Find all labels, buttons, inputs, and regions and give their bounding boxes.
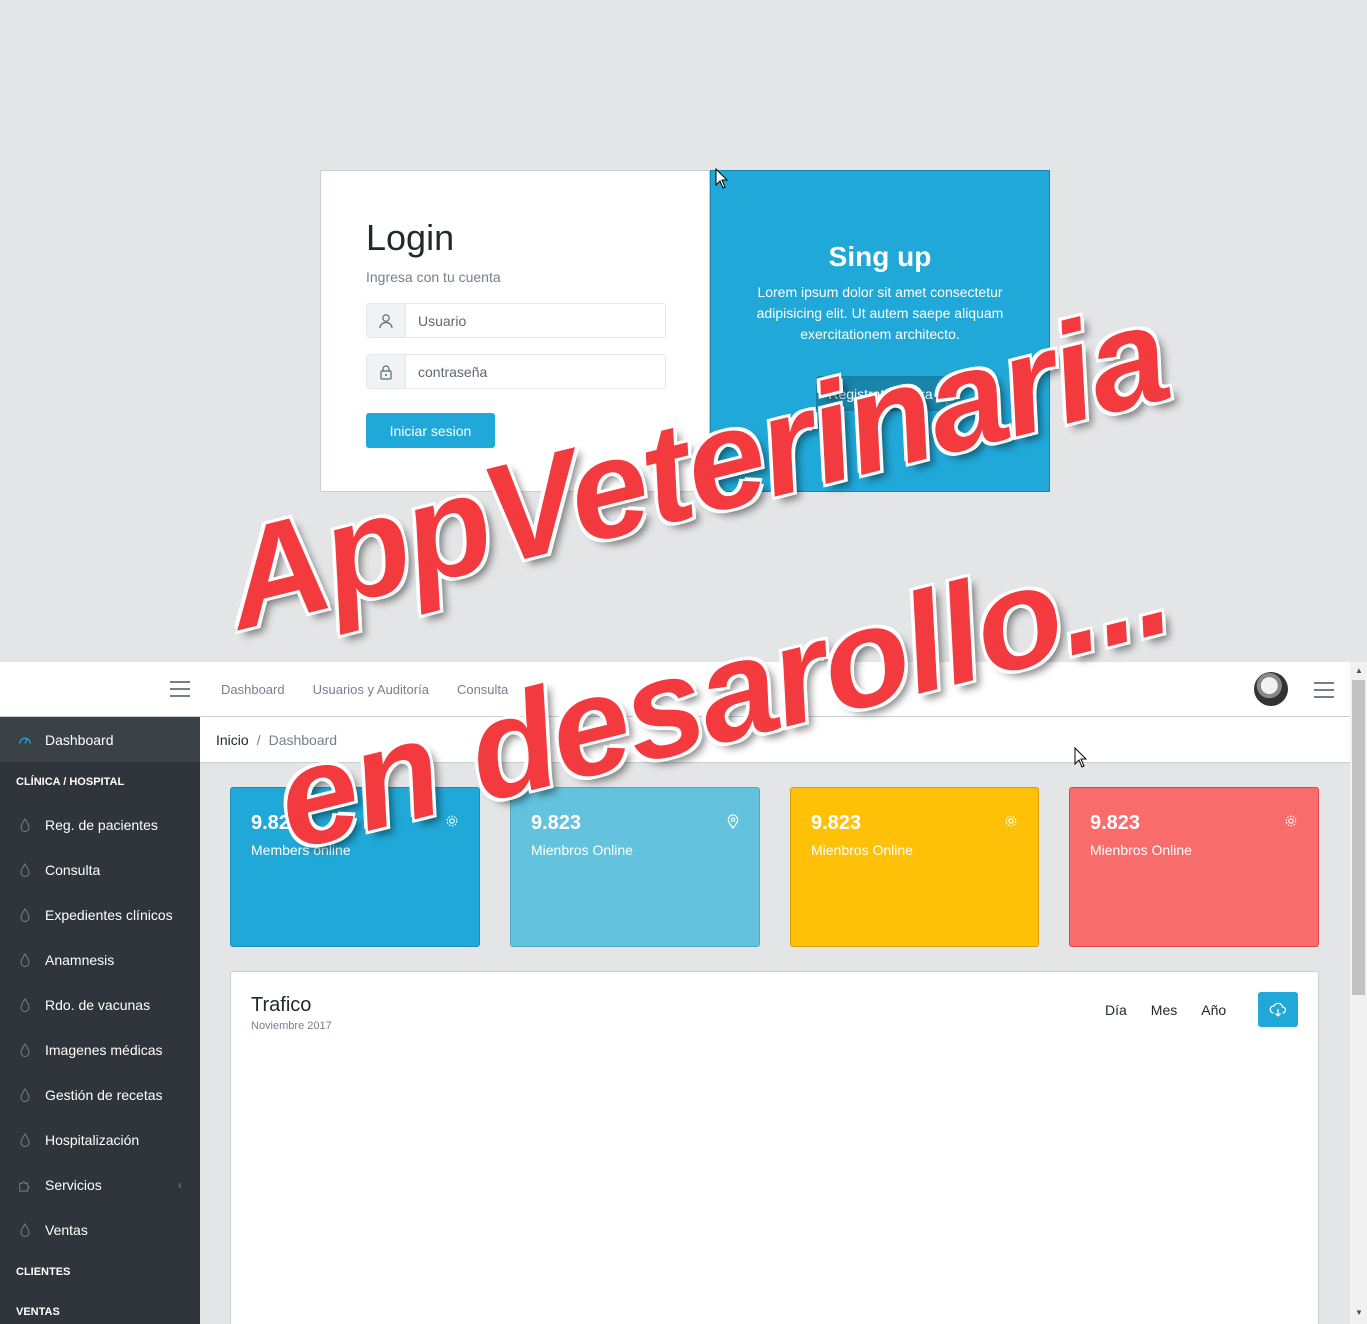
drop-icon <box>17 862 33 878</box>
stat-label: Mienbros Online <box>531 842 633 858</box>
signup-title: Sing up <box>828 241 932 272</box>
sidebar-item-label: Rdo. de vacunas <box>45 996 151 1013</box>
stat-value: 9.823 <box>251 812 302 834</box>
stat-label: Mienbros Online <box>1090 842 1192 858</box>
drop-icon <box>17 907 33 923</box>
sidebar-item-imagenes[interactable]: Imagenes médicas <box>0 1027 200 1072</box>
nav-consulta[interactable]: Consulta <box>457 682 508 697</box>
range-day-button[interactable]: Día <box>1093 1002 1139 1018</box>
drop-icon <box>17 997 33 1013</box>
chevron-left-icon: ‹ <box>178 1177 182 1192</box>
sidebar-item-servicios[interactable]: Servicios ‹ <box>0 1162 200 1207</box>
signup-text: Lorem ipsum dolor sit amet consectetur a… <box>756 284 1004 342</box>
login-button[interactable]: Iniciar sesion <box>366 413 495 448</box>
nav-dashboard[interactable]: Dashboard <box>221 682 285 697</box>
range-button-group: Día Mes Año <box>1093 1002 1238 1018</box>
scroll-down-icon[interactable]: ▼ <box>1355 1308 1363 1317</box>
login-screen: Login Ingresa con tu cuenta Iniciar sesi… <box>0 0 1367 662</box>
sidebar-item-label: Gestión de recetas <box>45 1086 163 1103</box>
stat-value: 9.823 <box>531 812 582 834</box>
stat-card: 9.823 Mienbros Online <box>1069 787 1319 947</box>
location-pin-icon[interactable] <box>727 814 739 834</box>
breadcrumb-item-inicio[interactable]: Inicio <box>216 732 249 748</box>
aside-menu-toggler-icon[interactable] <box>1314 682 1334 698</box>
password-input[interactable] <box>406 355 665 388</box>
stat-card: 9.823 Mienbros Online <box>510 787 760 947</box>
sidebar-item-label: Servicios <box>45 1176 102 1193</box>
puzzle-icon <box>17 1177 33 1193</box>
traffic-title: Trafico <box>251 994 312 1016</box>
drop-icon <box>17 1042 33 1058</box>
sidebar-item-reg-pacientes[interactable]: Reg. de pacientes <box>0 802 200 847</box>
page-scrollbar[interactable]: ▲ ▼ <box>1350 662 1367 1324</box>
scrollbar-thumb[interactable] <box>1352 680 1365 995</box>
sidebar-title-clinica: CLÍNICA / HOSPITAL <box>16 776 125 788</box>
sidebar: Dashboard CLÍNICA / HOSPITAL Reg. de pac… <box>0 717 200 1324</box>
username-input[interactable] <box>406 304 665 337</box>
login-card: Login Ingresa con tu cuenta Iniciar sesi… <box>320 170 710 492</box>
sidebar-item-label: Dashboard <box>45 731 114 748</box>
sidebar-item-hospitalizacion[interactable]: Hospitalización <box>0 1117 200 1162</box>
drop-icon <box>17 952 33 968</box>
sidebar-item-ventas[interactable]: Ventas <box>0 1207 200 1252</box>
password-field-group <box>366 354 666 389</box>
header-nav: Dashboard Usuarios y Auditoría Consulta <box>221 682 508 697</box>
stat-card: 9.823 Members online <box>230 787 480 947</box>
scroll-up-icon[interactable]: ▲ <box>1355 666 1363 675</box>
gear-icon[interactable] <box>1284 814 1298 833</box>
user-avatar[interactable] <box>1254 672 1288 706</box>
traffic-card: Trafico Noviembre 2017 Día Mes Año <box>230 971 1319 1324</box>
sidebar-item-label: Expedientes clínicos <box>45 906 173 923</box>
sidebar-item-label: Reg. de pacientes <box>45 816 158 833</box>
stat-value: 9.823 <box>811 812 862 834</box>
traffic-subtitle: Noviembre 2017 <box>251 1020 332 1032</box>
sidebar-item-consulta[interactable]: Consulta <box>0 847 200 892</box>
cloud-download-icon[interactable] <box>1258 992 1298 1027</box>
stat-label: Members online <box>251 842 351 858</box>
sidebar-item-label: Anamnesis <box>45 951 115 968</box>
stat-label: Mienbros Online <box>811 842 913 858</box>
username-field-group <box>366 303 666 338</box>
gear-icon[interactable] <box>1004 814 1018 833</box>
user-icon <box>367 304 406 337</box>
register-button[interactable]: Registrate Ahora <box>816 376 945 411</box>
lock-icon <box>367 355 406 388</box>
sidebar-title-clientes: CLIENTES <box>16 1266 71 1278</box>
signup-card: Sing up Lorem ipsum dolor sit amet conse… <box>710 170 1050 492</box>
speedometer-icon <box>17 732 33 748</box>
sidebar-item-expedientes[interactable]: Expedientes clínicos <box>0 892 200 937</box>
sidebar-toggler-icon[interactable] <box>170 681 190 697</box>
sidebar-item-label: Consulta <box>45 861 101 878</box>
breadcrumb-item-dashboard: Dashboard <box>268 731 338 748</box>
range-year-button[interactable]: Año <box>1189 1002 1238 1018</box>
stat-value: 9.823 <box>1090 812 1141 834</box>
login-subtitle: Ingresa con tu cuenta <box>366 269 501 285</box>
app-header: Dashboard Usuarios y Auditoría Consulta <box>0 662 1350 717</box>
sidebar-item-recetas[interactable]: Gestión de recetas <box>0 1072 200 1117</box>
sidebar-item-label: Imagenes médicas <box>45 1041 163 1058</box>
gear-icon[interactable] <box>445 814 459 833</box>
breadcrumb: Inicio / Dashboard <box>200 717 1350 763</box>
sidebar-item-dashboard[interactable]: Dashboard <box>0 717 200 762</box>
sidebar-item-label: Hospitalización <box>45 1131 140 1148</box>
sidebar-item-vacunas[interactable]: Rdo. de vacunas <box>0 982 200 1027</box>
drop-icon <box>17 1222 33 1238</box>
login-title: Login <box>366 217 455 258</box>
drop-icon <box>17 1087 33 1103</box>
range-month-button[interactable]: Mes <box>1139 1002 1189 1018</box>
sidebar-title-ventas: VENTAS <box>16 1306 60 1318</box>
breadcrumb-separator: / <box>256 731 261 748</box>
stat-card: 9.823 Mienbros Online <box>790 787 1039 947</box>
sidebar-item-label: Ventas <box>45 1221 88 1238</box>
dashboard-screen: Dashboard Usuarios y Auditoría Consulta … <box>0 662 1367 1324</box>
drop-icon <box>17 817 33 833</box>
drop-icon <box>17 1132 33 1148</box>
sidebar-item-anamnesis[interactable]: Anamnesis <box>0 937 200 982</box>
nav-usuarios[interactable]: Usuarios y Auditoría <box>313 682 429 697</box>
